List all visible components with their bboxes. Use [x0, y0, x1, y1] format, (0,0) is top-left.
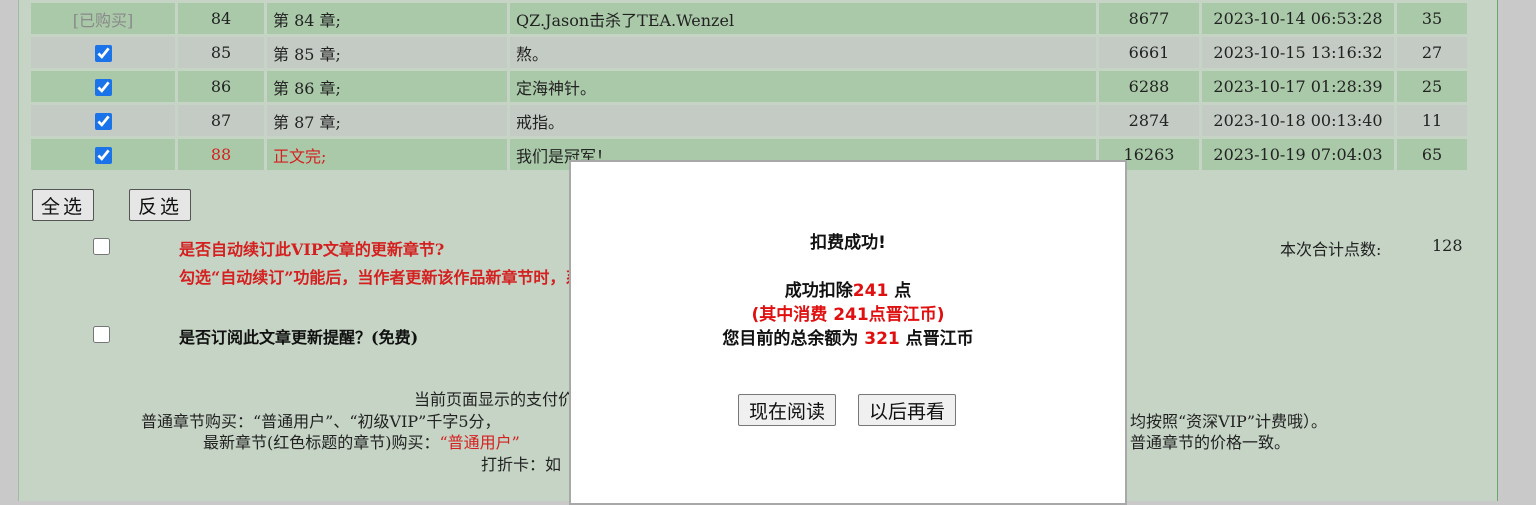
chapter-title[interactable]: 第 87 章;: [267, 105, 507, 136]
payment-success-dialog: 扣费成功! 成功扣除241 点 (其中消费 241点晋江币) 您目前的总余额为 …: [569, 160, 1127, 505]
chapter-word-count: 2874: [1099, 105, 1199, 136]
chapter-row: 87 第 87 章; 戒指。 2874 2023-10-18 00:13:40 11: [31, 105, 1467, 136]
deduct-detail: (其中消费 241点晋江币): [751, 305, 945, 325]
chapter-comment-count: 35: [1397, 3, 1467, 34]
chapter-title[interactable]: 第 85 章;: [267, 37, 507, 68]
bought-label: [已购买]: [72, 10, 134, 30]
price-note-line3b: 普通章节的价格一致。: [1130, 433, 1291, 452]
chapter-select-cell: [31, 71, 175, 102]
chapter-select-cell: [已购买]: [31, 3, 175, 34]
price-note-line3-red: “普通用户”: [439, 433, 520, 452]
price-note-line3-label: 最新章节(红色标题的章节)购买：: [203, 433, 440, 452]
balance-prefix: 您目前的总余额为: [722, 329, 865, 349]
chapter-summary: 戒指。: [510, 105, 1096, 136]
subscribe-question: 是否订阅此文章更新提醒？(免费): [179, 328, 419, 347]
deduct-line: 成功扣除241 点: [571, 276, 1125, 301]
price-note-line4: 打折卡：如: [481, 455, 562, 474]
auto-renew-checkbox[interactable]: [93, 238, 110, 255]
chapter-date: 2023-10-18 00:13:40: [1202, 105, 1394, 136]
chapter-summary: 熬。: [510, 37, 1096, 68]
chapter-checkbox[interactable]: [94, 45, 112, 62]
total-points-value: 128: [1432, 236, 1463, 255]
chapter-number: 87: [178, 105, 264, 136]
deduct-prefix: 成功扣除: [784, 281, 853, 301]
chapter-comment-count: 11: [1397, 105, 1467, 136]
read-later-button[interactable]: 以后再看: [858, 394, 957, 426]
chapter-number: 84: [178, 3, 264, 34]
chapter-title[interactable]: 第 84 章;: [267, 3, 507, 34]
chapter-date: 2023-10-19 07:04:03: [1202, 139, 1394, 170]
chapter-title[interactable]: 正文完;: [267, 139, 507, 170]
chapter-table: [已购买] 84 第 84 章; QZ.Jason击杀了TEA.Wenzel 8677 2…: [28, 0, 1470, 173]
chapter-word-count: 6288: [1099, 71, 1199, 102]
chapter-summary: 定海神针。: [510, 71, 1096, 102]
deduct-amount: 241: [852, 281, 889, 301]
chapter-number: 88: [178, 139, 264, 170]
chapter-select-cell: [31, 37, 175, 68]
chapter-row: 85 第 85 章; 熬。 6661 2023-10-15 13:16:32 27: [31, 37, 1467, 68]
chapter-date: 2023-10-14 06:53:28: [1202, 3, 1394, 34]
chapter-row: 86 第 86 章; 定海神针。 6288 2023-10-17 01:28:39 25: [31, 71, 1467, 102]
chapter-select-cell: [31, 105, 175, 136]
total-points-label: 本次合计点数:: [1280, 240, 1382, 259]
balance-amount: 321: [864, 329, 900, 349]
read-now-button[interactable]: 现在阅读: [738, 394, 837, 426]
chapter-summary: QZ.Jason击杀了TEA.Wenzel: [510, 3, 1096, 34]
chapter-checkbox[interactable]: [94, 79, 112, 96]
chapter-comment-count: 25: [1397, 71, 1467, 102]
chapter-date: 2023-10-17 01:28:39: [1202, 71, 1394, 102]
dialog-title: 扣费成功!: [810, 233, 886, 253]
chapter-title[interactable]: 第 86 章;: [267, 71, 507, 102]
chapter-number: 86: [178, 71, 264, 102]
chapter-comment-count: 27: [1397, 37, 1467, 68]
select-all-button[interactable]: 全选: [32, 189, 95, 221]
balance-suffix: 点晋江币: [899, 329, 974, 349]
deduct-suffix: 点: [888, 281, 912, 301]
price-note-line3a: 最新章节(红色标题的章节)购买：“普通用户”: [203, 429, 520, 453]
chapter-comment-count: 65: [1397, 139, 1467, 170]
chapter-checkbox[interactable]: [94, 147, 112, 164]
chapter-word-count: 6661: [1099, 37, 1199, 68]
chapter-word-count: 8677: [1099, 3, 1199, 34]
chapter-row: [已购买] 84 第 84 章; QZ.Jason击杀了TEA.Wenzel 8677 2…: [31, 3, 1467, 34]
chapter-date: 2023-10-15 13:16:32: [1202, 37, 1394, 68]
subscribe-checkbox[interactable]: [93, 326, 110, 343]
chapter-checkbox[interactable]: [94, 113, 112, 130]
chapter-number: 85: [178, 37, 264, 68]
balance-line: 您目前的总余额为 321 点晋江币: [571, 324, 1125, 349]
invert-selection-button[interactable]: 反选: [129, 189, 192, 221]
chapter-select-cell: [31, 139, 175, 170]
auto-renew-question: 是否自动续订此VIP文章的更新章节?: [179, 240, 445, 259]
